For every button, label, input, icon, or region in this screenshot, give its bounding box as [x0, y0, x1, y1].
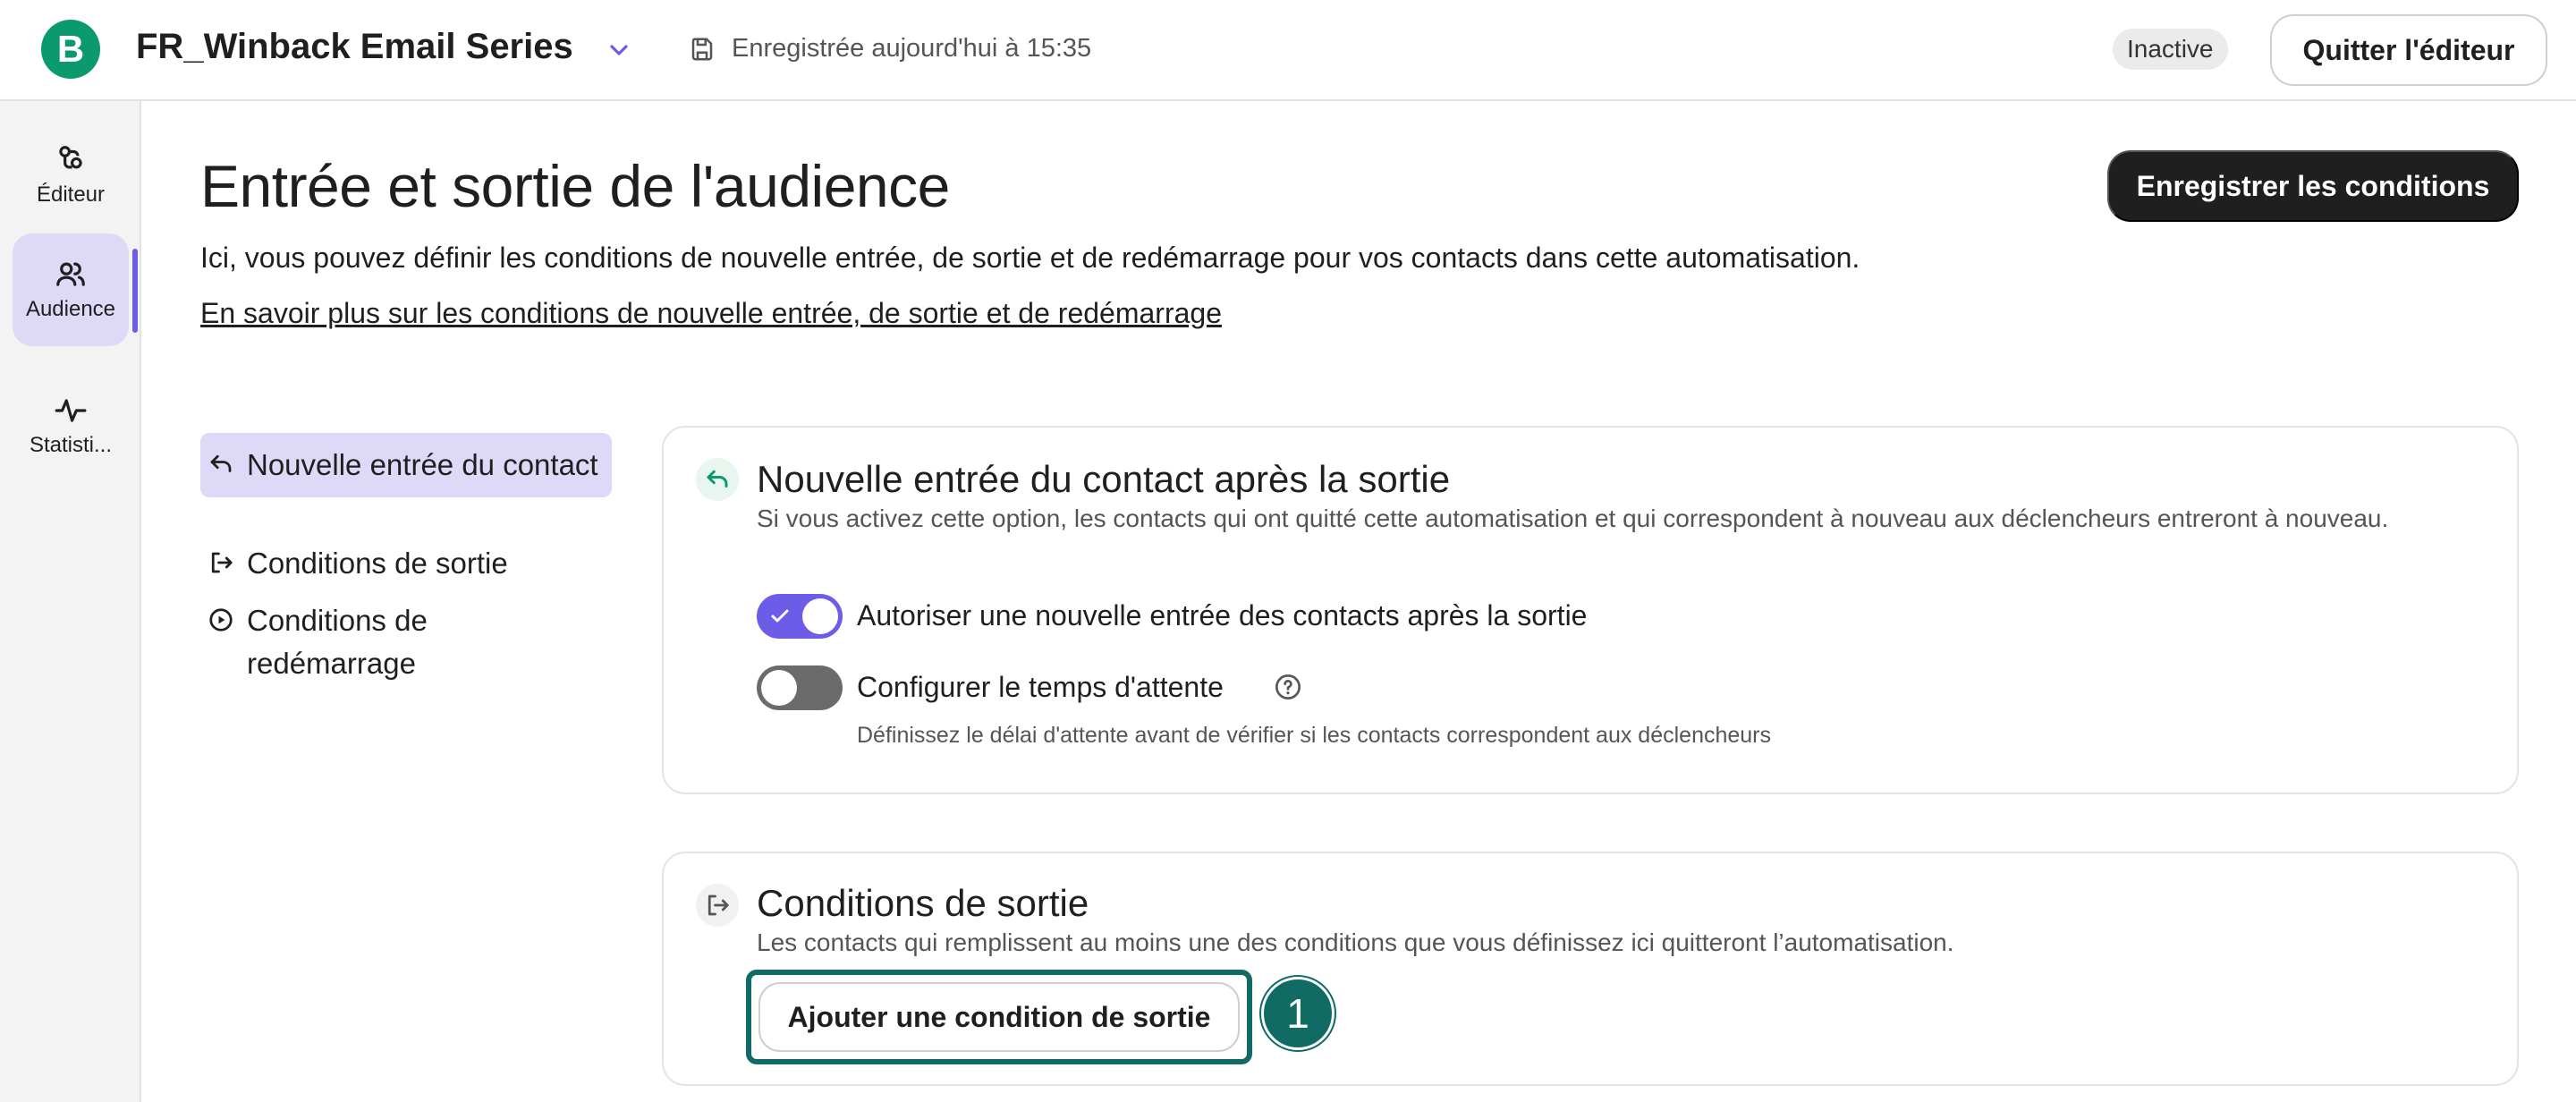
section-nav-label: Conditions de sortie: [247, 547, 508, 580]
toggle-knob: [761, 670, 797, 706]
allow-reentry-toggle[interactable]: [757, 594, 843, 639]
top-bar: B FR_Winback Email Series Enregistrée au…: [0, 0, 2576, 101]
left-rail: Éditeur Audience Statisti...: [0, 101, 141, 1102]
help-icon[interactable]: [1274, 673, 1302, 701]
users-icon: [56, 262, 85, 286]
reentry-icon: [707, 470, 728, 487]
rail-item-label: Statisti...: [29, 433, 113, 457]
highlight-frame: Ajouter une condition de sortie: [746, 970, 1252, 1064]
exit-icon: [708, 894, 729, 916]
wait-time-label: Configurer le temps d'attente: [857, 671, 1224, 703]
rail-item-label: Éditeur: [36, 182, 106, 207]
rail-item-audience[interactable]: Audience: [13, 233, 129, 346]
allow-reentry-label: Autoriser une nouvelle entrée des contac…: [857, 599, 1588, 632]
reentry-card-description: Si vous activez cette option, les contac…: [757, 504, 2389, 532]
chevron-down-icon[interactable]: [605, 36, 633, 64]
rail-item-editor[interactable]: Éditeur: [13, 119, 129, 232]
step-number-badge: 1: [1261, 977, 1335, 1050]
quit-editor-button[interactable]: Quitter l'éditeur: [2270, 14, 2547, 86]
wait-time-toggle[interactable]: [757, 665, 843, 710]
section-nav-reentry[interactable]: Nouvelle entrée du contact: [200, 433, 612, 497]
app-logo[interactable]: B: [41, 20, 100, 79]
reentry-card-icon: [696, 458, 739, 501]
exit-conditions-card: Conditions de sortie Les contacts qui re…: [662, 852, 2519, 1086]
rail-item-statistics[interactable]: Statisti...: [13, 369, 129, 482]
save-conditions-button[interactable]: Enregistrer les conditions: [2107, 150, 2519, 222]
restart-icon: [209, 608, 233, 632]
rail-item-label: Audience: [25, 297, 116, 321]
automation-title[interactable]: FR_Winback Email Series: [136, 27, 573, 67]
reentry-card: Nouvelle entrée du contact après la sort…: [662, 426, 2519, 794]
section-nav-label: Nouvelle entrée du contact: [247, 448, 598, 481]
add-exit-condition-button[interactable]: Ajouter une condition de sortie: [758, 982, 1240, 1052]
exit-card-title: Conditions de sortie: [757, 882, 1089, 924]
learn-more-link[interactable]: En savoir plus sur les conditions de nou…: [200, 297, 1222, 330]
wait-time-hint: Définissez le délai d'attente avant de v…: [857, 723, 1772, 748]
section-nav-label: Conditions de redémarrage: [247, 604, 428, 680]
check-icon: [771, 609, 789, 623]
activity-icon: [55, 399, 87, 422]
exit-icon: [211, 552, 233, 573]
status-badge: Inactive: [2113, 29, 2228, 70]
rail-active-indicator: [132, 249, 138, 333]
page-description: Ici, vous pouvez définir les conditions …: [200, 242, 1860, 274]
section-nav-restart[interactable]: Conditions de redémarrage: [200, 589, 558, 696]
toggle-knob: [802, 598, 838, 634]
page-title: Entrée et sortie de l'audience: [200, 153, 950, 219]
saved-status: Enregistrée aujourd'hui à 15:35: [732, 34, 1092, 63]
exit-card-description: Les contacts qui remplissent au moins un…: [757, 928, 1954, 956]
exit-card-icon: [696, 884, 739, 927]
workflow-icon: [59, 146, 82, 169]
reentry-card-title: Nouvelle entrée du contact après la sort…: [757, 458, 1451, 500]
save-icon: [691, 38, 713, 61]
reentry-icon: [210, 454, 232, 472]
section-nav-exit[interactable]: Conditions de sortie: [200, 531, 612, 596]
